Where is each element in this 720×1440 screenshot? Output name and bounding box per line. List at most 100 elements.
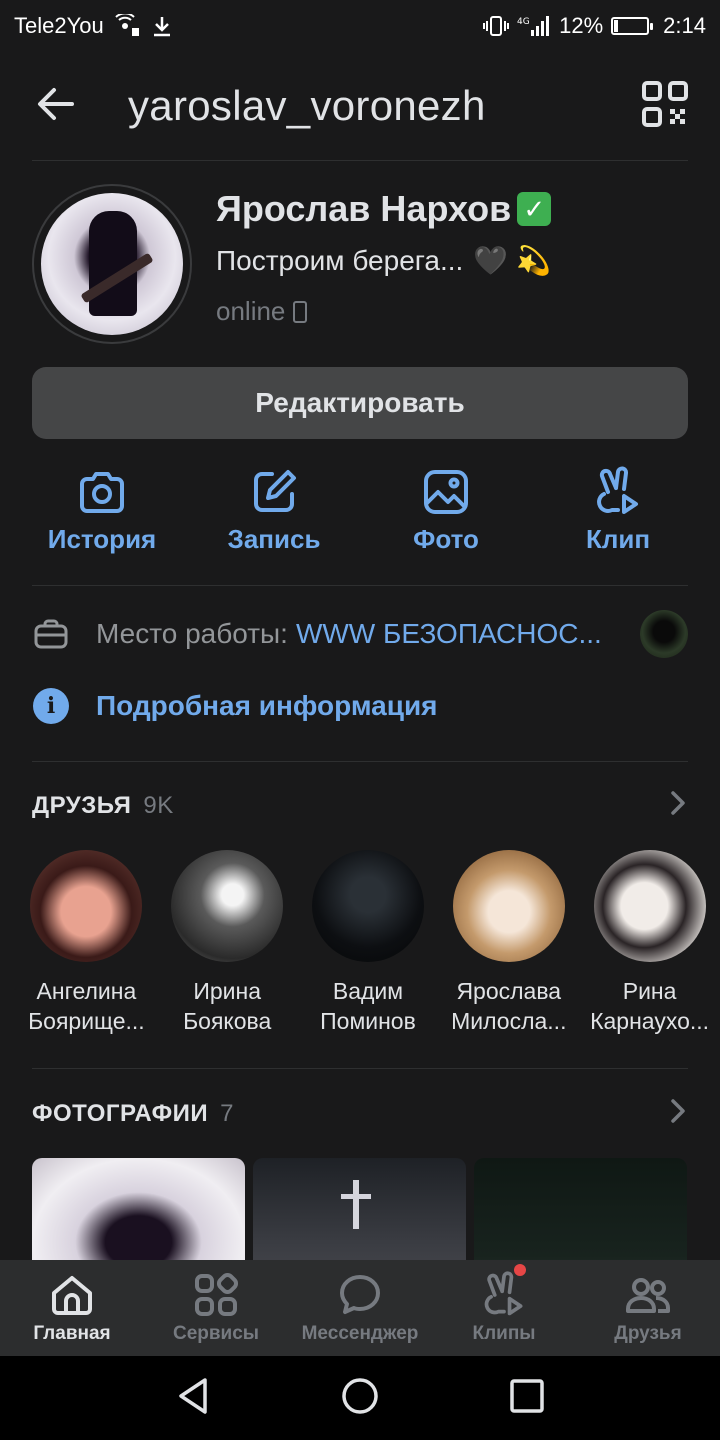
friends-icon bbox=[626, 1278, 670, 1313]
carrier-label: Tele2You bbox=[14, 13, 104, 38]
friend-item[interactable]: Ярослава Милосла... bbox=[438, 850, 579, 1036]
clock: 2:14 bbox=[663, 13, 706, 38]
back-triangle-icon[interactable] bbox=[175, 1376, 211, 1421]
tab-messenger-label: Мессенджер bbox=[301, 1323, 419, 1344]
tab-services-label: Сервисы bbox=[172, 1323, 260, 1344]
photos-strip bbox=[32, 1158, 688, 1260]
friends-section-header[interactable]: ДРУЗЬЯ 9K bbox=[32, 786, 688, 826]
friend-first-name: Ирина bbox=[193, 978, 262, 1004]
action-photo[interactable]: Фото bbox=[360, 466, 532, 566]
friend-last-name: Милосла... bbox=[451, 1008, 567, 1034]
tab-messenger[interactable]: Мессенджер bbox=[288, 1260, 432, 1356]
photos-count: 7 bbox=[220, 1100, 234, 1127]
network-type: 4G bbox=[517, 17, 530, 27]
status-emojis: 🖤 💫 bbox=[473, 245, 551, 276]
profile-name: Ярослав Нархов bbox=[216, 188, 512, 229]
friend-first-name: Ярослава bbox=[456, 978, 562, 1004]
edit-icon bbox=[254, 470, 296, 512]
tab-home[interactable]: Главная bbox=[0, 1260, 144, 1356]
tab-friends[interactable]: Друзья bbox=[576, 1260, 720, 1356]
friend-item[interactable]: Ирина Боякова bbox=[157, 850, 298, 1036]
action-post-label: Запись bbox=[227, 524, 321, 554]
signal-icon: 4G bbox=[517, 14, 551, 38]
download-icon bbox=[150, 14, 174, 38]
work-row[interactable]: Место работы: WWW БЕЗОПАСНОС... bbox=[32, 606, 688, 662]
battery-percent: 12% bbox=[559, 13, 604, 38]
edit-profile-button[interactable]: Редактировать bbox=[32, 367, 688, 439]
vibrate-icon bbox=[483, 14, 510, 38]
battery-icon bbox=[611, 17, 654, 35]
friend-last-name: Боякова bbox=[183, 1008, 272, 1034]
avatar bbox=[593, 850, 706, 962]
friend-item[interactable]: Рина Карнаухо... bbox=[579, 850, 720, 1036]
profile-header: yaroslav_voronezh bbox=[0, 52, 720, 160]
briefcase-icon bbox=[32, 615, 70, 653]
recents-square-icon[interactable] bbox=[509, 1378, 545, 1419]
avatar bbox=[452, 850, 565, 962]
quick-actions: История Запись Фото Клип bbox=[16, 466, 704, 566]
home-circle-icon[interactable] bbox=[340, 1376, 380, 1421]
tab-friends-label: Друзья bbox=[614, 1323, 682, 1344]
bottom-tab-bar: Главная Сервисы Мессенджер Клипы Друзья bbox=[0, 1260, 720, 1356]
photos-section-header[interactable]: ФОТОГРАФИИ 7 bbox=[32, 1094, 688, 1134]
hotspot-icon bbox=[114, 14, 140, 38]
tab-services[interactable]: Сервисы bbox=[144, 1260, 288, 1356]
camera-icon bbox=[80, 472, 124, 513]
status-text: Построим берега... bbox=[216, 244, 464, 276]
messenger-icon bbox=[340, 1275, 380, 1314]
avatar bbox=[30, 850, 143, 962]
system-navigation-bar bbox=[0, 1356, 720, 1440]
back-arrow-icon[interactable] bbox=[36, 84, 76, 129]
photo-thumbnail[interactable] bbox=[32, 1158, 245, 1260]
edit-profile-label: Редактировать bbox=[255, 387, 465, 418]
home-icon bbox=[52, 1276, 92, 1315]
action-clip-label: Клип bbox=[585, 524, 651, 554]
photo-thumbnail[interactable] bbox=[253, 1158, 466, 1260]
profile-name-row: Ярослав Нархов ✓ bbox=[216, 188, 552, 230]
friends-divider bbox=[32, 1068, 688, 1069]
action-story[interactable]: История bbox=[16, 466, 188, 566]
qr-code-icon[interactable] bbox=[642, 80, 688, 132]
page-title: yaroslav_voronezh bbox=[128, 82, 486, 129]
action-clip[interactable]: Клип bbox=[532, 466, 704, 566]
photo-thumbnail[interactable] bbox=[474, 1158, 687, 1260]
profile-avatar[interactable] bbox=[32, 184, 192, 344]
friends-count: 9K bbox=[143, 792, 174, 819]
chevron-right-icon bbox=[668, 1097, 688, 1132]
friend-last-name: Поминов bbox=[320, 1008, 416, 1034]
friends-list: Ангелина Боярище... Ирина Боякова Вадим … bbox=[16, 850, 720, 1036]
photos-title: ФОТОГРАФИИ bbox=[32, 1100, 209, 1127]
friend-first-name: Рина bbox=[622, 978, 677, 1004]
friend-item[interactable]: Ангелина Боярище... bbox=[16, 850, 157, 1036]
work-link[interactable]: WWW БЕЗОПАСНОС... bbox=[296, 618, 602, 650]
action-post[interactable]: Запись bbox=[188, 466, 360, 566]
action-story-label: История bbox=[47, 524, 157, 554]
friend-first-name: Ангелина bbox=[36, 978, 137, 1004]
online-status: online bbox=[216, 296, 308, 327]
avatar bbox=[311, 850, 424, 962]
notification-dot bbox=[514, 1264, 526, 1276]
work-group-avatar[interactable] bbox=[640, 610, 688, 658]
friend-item[interactable]: Вадим Поминов bbox=[298, 850, 439, 1036]
profile-status[interactable]: Построим берега... 🖤 💫 bbox=[216, 244, 551, 277]
action-photo-label: Фото bbox=[413, 524, 479, 554]
clip-icon bbox=[597, 466, 638, 514]
online-label: online bbox=[216, 296, 286, 326]
friend-last-name: Карнаухо... bbox=[590, 1008, 710, 1034]
services-icon bbox=[195, 1272, 239, 1316]
friend-last-name: Боярище... bbox=[28, 1008, 145, 1034]
more-info-label: Подробная информация bbox=[96, 690, 438, 721]
photo-icon bbox=[424, 470, 468, 514]
actions-divider bbox=[32, 585, 688, 586]
tab-home-label: Главная bbox=[33, 1323, 111, 1344]
mobile-phone-icon bbox=[293, 300, 308, 323]
tab-clips[interactable]: Клипы bbox=[432, 1260, 576, 1356]
avatar bbox=[171, 850, 284, 962]
friends-title: ДРУЗЬЯ bbox=[32, 792, 132, 819]
info-icon: i bbox=[32, 687, 70, 725]
chevron-right-icon bbox=[668, 789, 688, 824]
friend-first-name: Вадим bbox=[332, 978, 404, 1004]
clips-icon bbox=[484, 1271, 523, 1316]
more-info-row[interactable]: i Подробная информация bbox=[32, 678, 688, 734]
status-bar: Tele2You 4G 12% 2:14 bbox=[0, 0, 720, 52]
